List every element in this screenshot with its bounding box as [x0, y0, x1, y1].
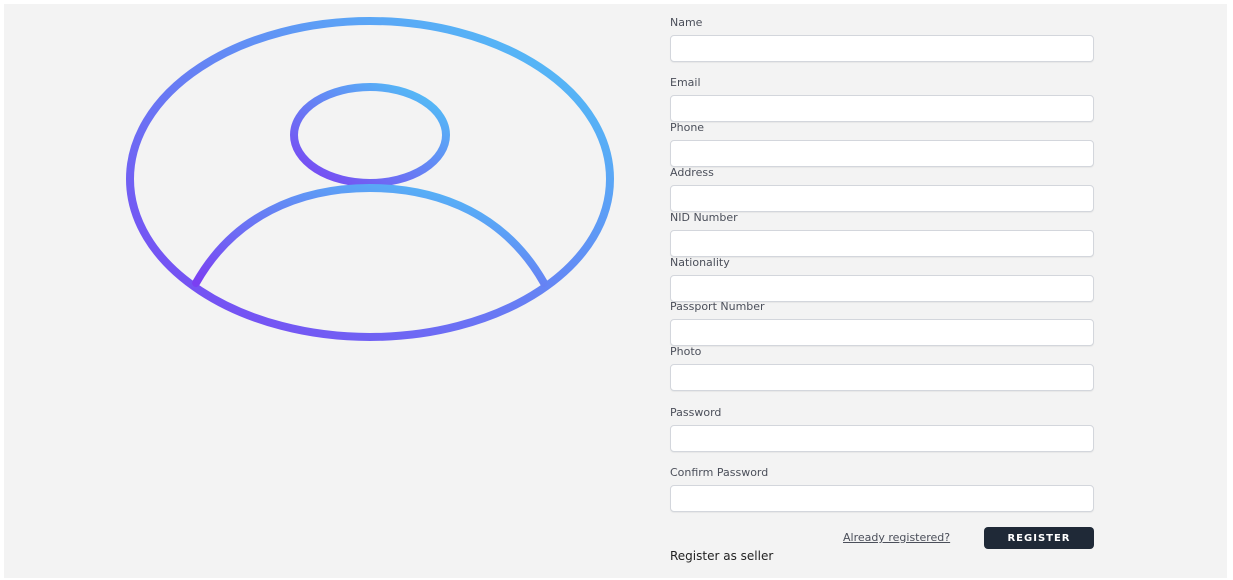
phone-label: Phone — [670, 121, 705, 134]
nid-number-label: NID Number — [670, 211, 738, 224]
confirm-password-input[interactable] — [670, 485, 1094, 512]
passport-number-input[interactable] — [670, 319, 1094, 346]
register-as-seller-link[interactable]: Register as seller — [670, 549, 773, 563]
name-label: Name — [670, 16, 703, 29]
phone-input[interactable] — [670, 140, 1094, 167]
email-input[interactable] — [670, 95, 1094, 122]
name-input[interactable] — [670, 35, 1094, 62]
address-label: Address — [670, 166, 714, 179]
passport-number-label: Passport Number — [670, 300, 765, 313]
nationality-label: Nationality — [670, 256, 730, 269]
password-label: Password — [670, 406, 722, 419]
photo-input[interactable] — [670, 364, 1094, 391]
address-input[interactable] — [670, 185, 1094, 212]
password-input[interactable] — [670, 425, 1094, 452]
nid-number-input[interactable] — [670, 230, 1094, 257]
registration-form: Name Email Phone Address NID Number Nati… — [0, 0, 1233, 580]
nationality-input[interactable] — [670, 275, 1094, 302]
photo-label: Photo — [670, 345, 702, 358]
confirm-password-label: Confirm Password — [670, 466, 769, 479]
register-button[interactable]: REGISTER — [984, 527, 1094, 549]
email-label: Email — [670, 76, 701, 89]
already-registered-link[interactable]: Already registered? — [843, 531, 950, 544]
